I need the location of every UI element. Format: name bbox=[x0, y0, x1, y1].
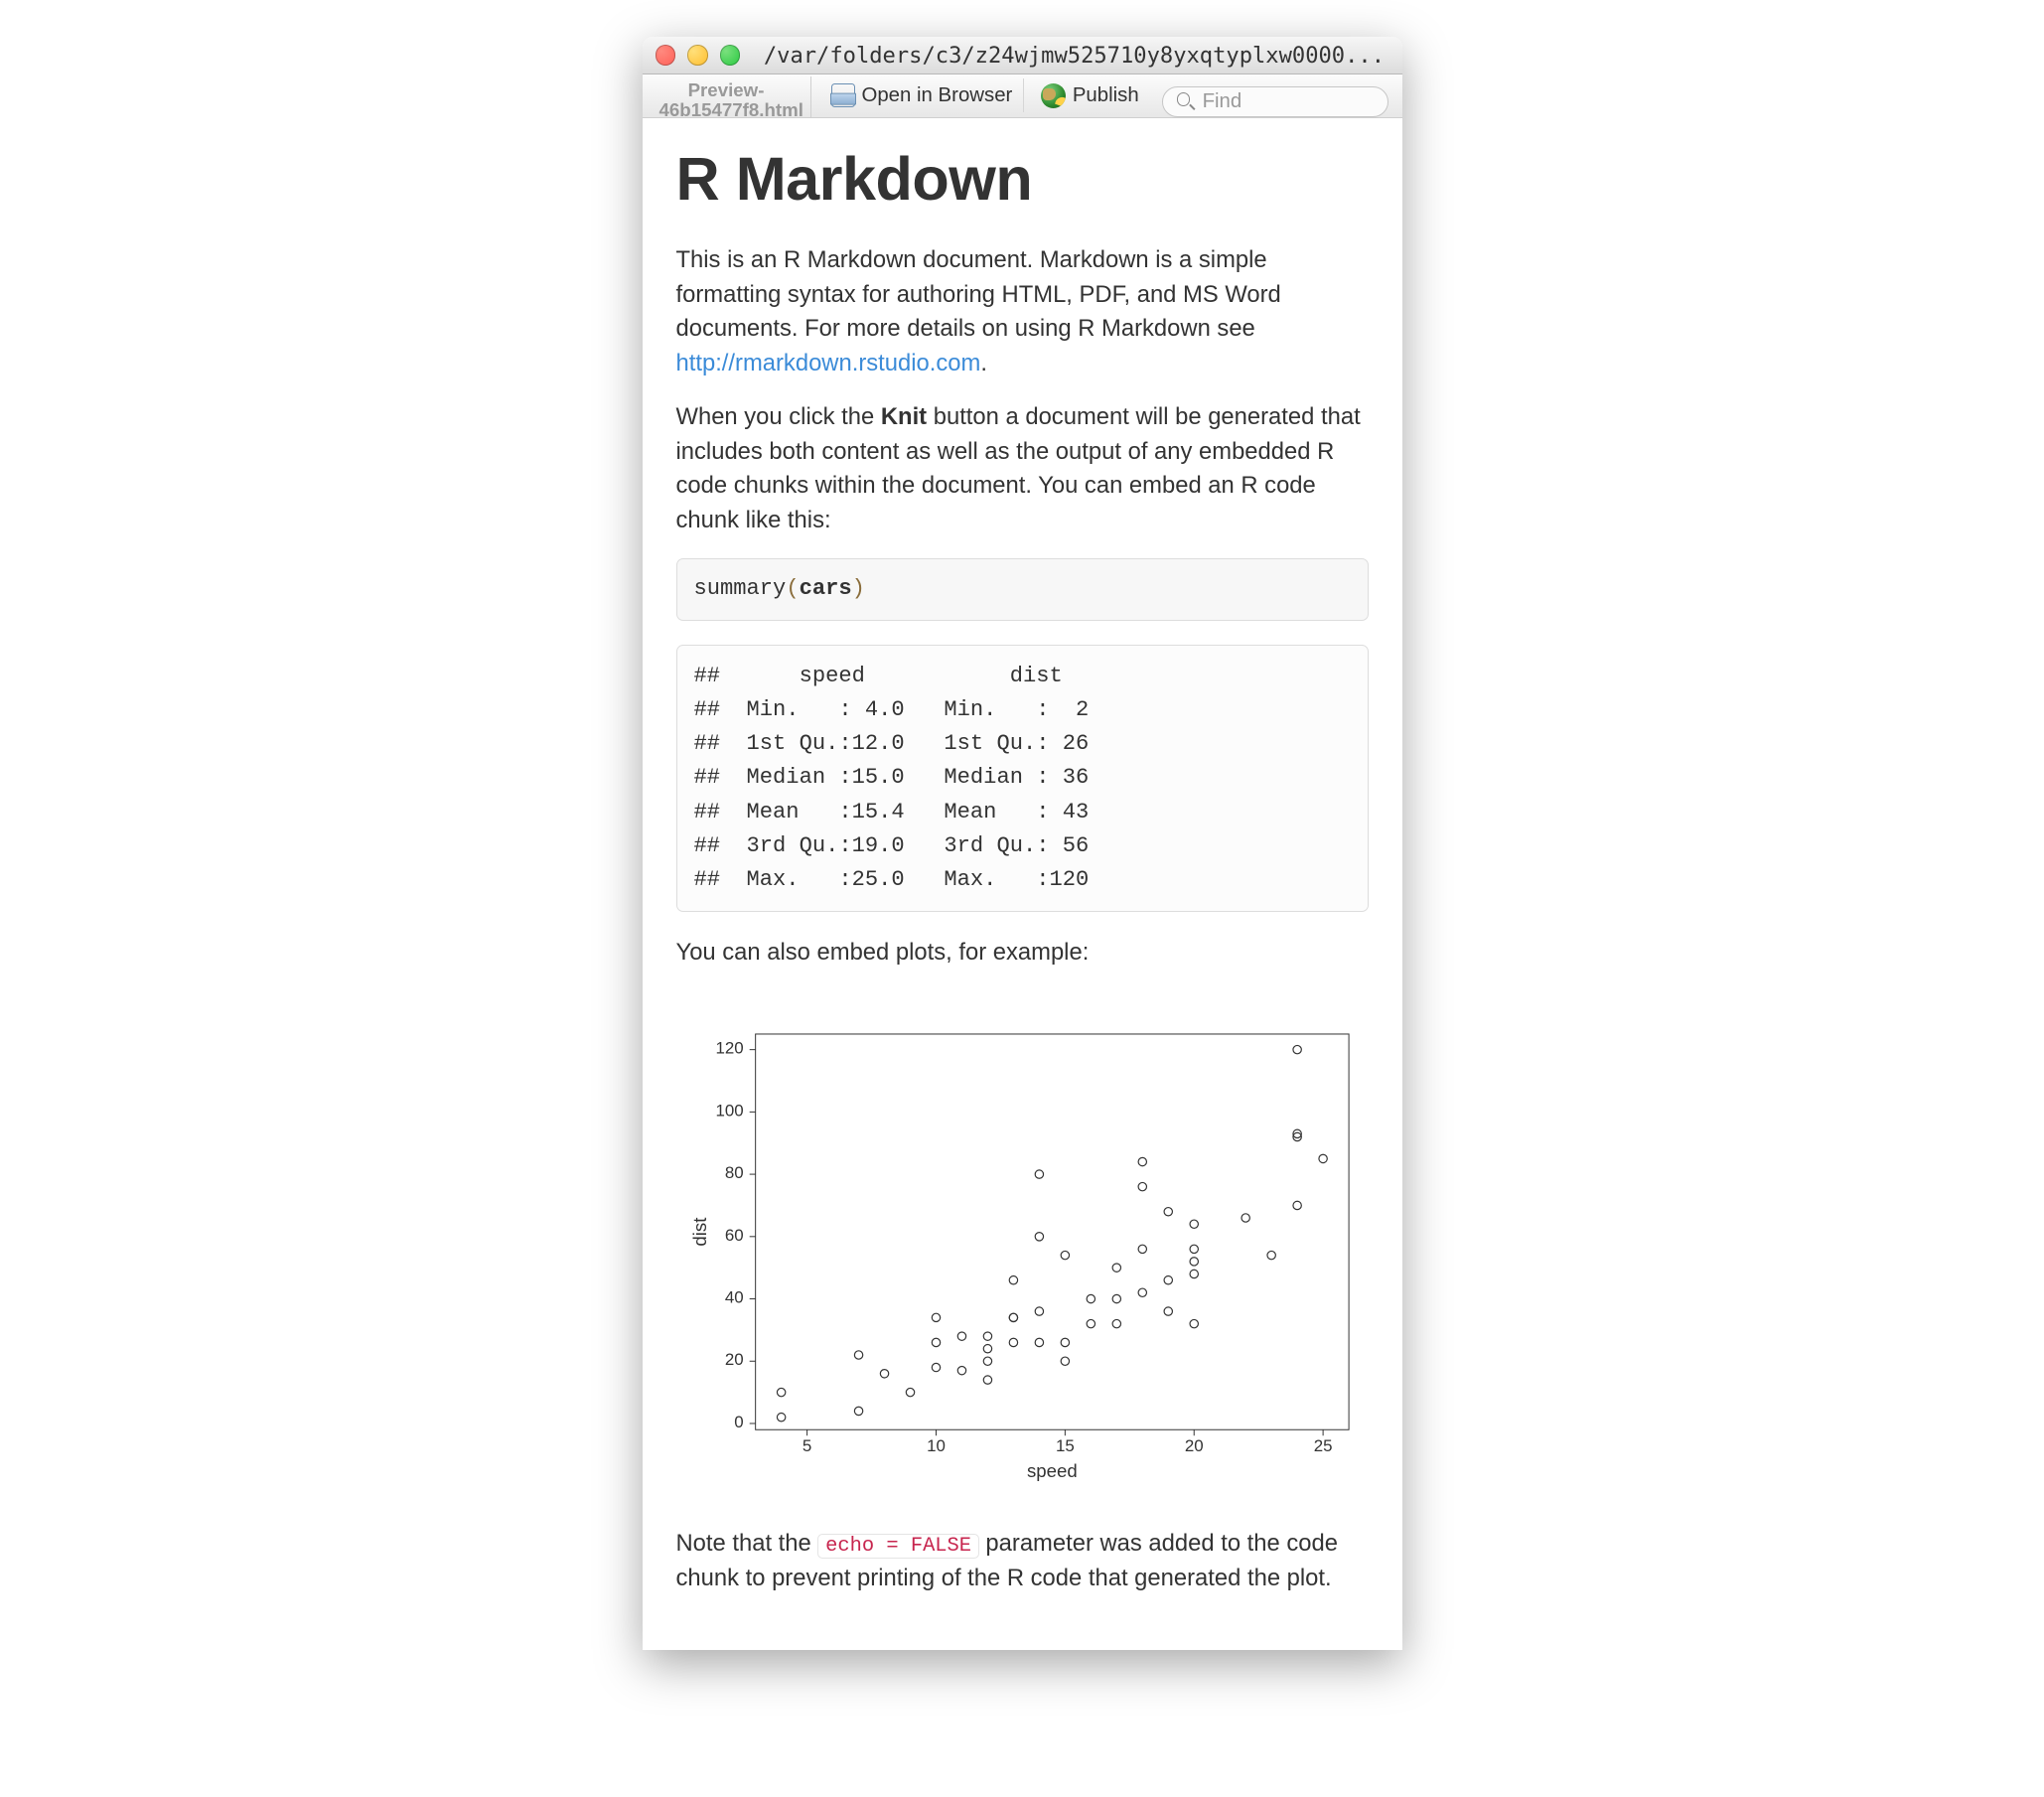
open-in-browser-button[interactable]: Open in Browser bbox=[821, 78, 1024, 112]
code-paren-close: ) bbox=[852, 576, 865, 601]
find-input[interactable]: Find bbox=[1162, 86, 1387, 117]
toolbar-buttons: Open in Browser Publish bbox=[811, 75, 1149, 117]
file-tab[interactable]: Preview-46b15477f8.html bbox=[643, 76, 811, 117]
titlebar: /var/folders/c3/z24wjmw525710y8yxqtyplxw… bbox=[643, 37, 1402, 74]
minimize-icon[interactable] bbox=[687, 45, 707, 65]
code-identifier: cars bbox=[800, 576, 852, 601]
svg-text:20: 20 bbox=[1184, 1436, 1203, 1455]
text: . bbox=[980, 350, 987, 376]
window-title: /var/folders/c3/z24wjmw525710y8yxqtyplxw… bbox=[764, 43, 1388, 69]
text: When you click the bbox=[676, 403, 881, 430]
svg-text:20: 20 bbox=[724, 1350, 743, 1369]
svg-text:15: 15 bbox=[1055, 1436, 1074, 1455]
svg-text:80: 80 bbox=[724, 1163, 743, 1182]
paragraph-echo: Note that the echo = FALSE parameter was… bbox=[676, 1527, 1369, 1595]
window: /var/folders/c3/z24wjmw525710y8yxqtyplxw… bbox=[643, 37, 1402, 1650]
svg-text:60: 60 bbox=[724, 1226, 743, 1245]
find-container: Find bbox=[1162, 86, 1387, 117]
search-icon bbox=[1177, 92, 1196, 111]
svg-text:25: 25 bbox=[1313, 1436, 1332, 1455]
svg-text:speed: speed bbox=[1027, 1460, 1078, 1481]
knit-bold: Knit bbox=[881, 403, 927, 430]
code-paren-open: ( bbox=[786, 576, 799, 601]
code-output: ## speed dist ## Min. : 4.0 Min. : 2 ## … bbox=[676, 645, 1369, 912]
svg-text:dist: dist bbox=[688, 1217, 709, 1247]
page-title: R Markdown bbox=[676, 135, 1369, 224]
text: Note that the bbox=[676, 1530, 818, 1557]
close-icon[interactable] bbox=[656, 45, 675, 65]
paragraph-plots: You can also embed plots, for example: bbox=[676, 936, 1369, 971]
svg-text:5: 5 bbox=[802, 1436, 810, 1455]
code-fn: summary bbox=[694, 576, 787, 601]
scatter-plot: 5 10 15 20 25 0 20 40 60 80 100 120 speed dist bbox=[676, 1020, 1369, 1493]
publish-button[interactable]: Publish bbox=[1030, 78, 1149, 112]
inline-code-echo: echo = FALSE bbox=[817, 1534, 978, 1559]
browser-icon bbox=[831, 83, 855, 107]
rmarkdown-link[interactable]: http://rmarkdown.rstudio.com bbox=[676, 350, 981, 376]
toolbar: Preview-46b15477f8.html Open in Browser … bbox=[643, 75, 1402, 118]
document-body: R Markdown This is an R Markdown documen… bbox=[643, 118, 1402, 1650]
traffic-lights bbox=[656, 45, 740, 65]
paragraph-intro: This is an R Markdown document. Markdown… bbox=[676, 243, 1369, 380]
paragraph-knit: When you click the Knit button a documen… bbox=[676, 400, 1369, 537]
text: This is an R Markdown document. Markdown… bbox=[676, 246, 1281, 342]
globe-icon bbox=[1041, 83, 1067, 109]
find-placeholder: Find bbox=[1203, 90, 1242, 113]
svg-text:0: 0 bbox=[734, 1413, 743, 1431]
svg-text:100: 100 bbox=[715, 1102, 743, 1121]
svg-text:40: 40 bbox=[724, 1288, 743, 1307]
zoom-icon[interactable] bbox=[720, 45, 740, 65]
open-in-browser-label: Open in Browser bbox=[861, 84, 1012, 107]
svg-text:120: 120 bbox=[715, 1039, 743, 1058]
code-chunk: summary(cars) bbox=[676, 558, 1369, 621]
svg-text:10: 10 bbox=[927, 1436, 946, 1455]
publish-label: Publish bbox=[1073, 84, 1139, 107]
